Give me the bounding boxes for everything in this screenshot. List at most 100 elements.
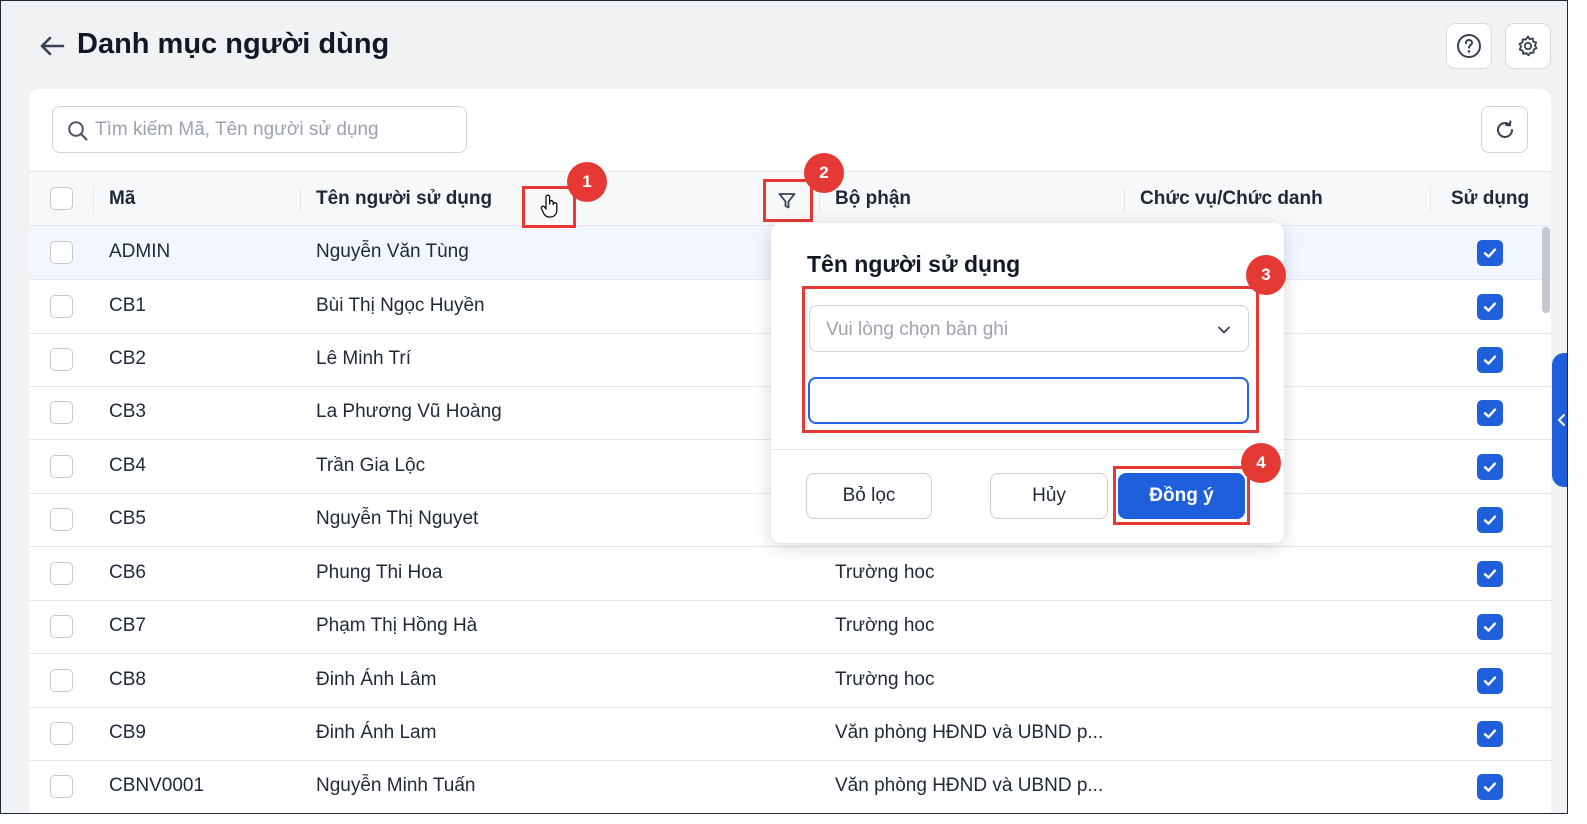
clear-filter-button[interactable]: Bỏ lọc (806, 473, 932, 519)
check-icon (1483, 569, 1497, 579)
filter-popup: Tên người sử dụng Vui lòng chọn bản ghi … (771, 223, 1284, 543)
table-row[interactable]: CB7 Phạm Thị Hồng Hà Trường hoc (29, 600, 1551, 654)
check-icon (1483, 515, 1497, 525)
search-box (52, 106, 467, 153)
cell-department: Trường hoc (835, 615, 935, 636)
column-divider (300, 187, 301, 212)
active-checkbox[interactable] (1477, 240, 1503, 266)
refresh-icon (1496, 119, 1513, 138)
cell-name: La Phương Vũ Hoàng (316, 401, 502, 422)
row-checkbox[interactable] (50, 401, 73, 424)
cell-department: Trường hoc (835, 669, 935, 690)
page-header: Danh mục người dùng (1, 1, 1567, 89)
apply-button[interactable]: Đồng ý (1118, 473, 1245, 519)
cell-code: CBNV0001 (109, 775, 205, 796)
table-row[interactable]: CB6 Phung Thi Hoa Trường hoc (29, 547, 1551, 601)
cell-code: CB6 (109, 562, 146, 583)
cancel-button[interactable]: Hủy (990, 473, 1108, 519)
cell-code: CB9 (109, 722, 146, 743)
column-header-position[interactable]: Chức vụ/Chức danh (1140, 188, 1323, 210)
cell-code: CB1 (109, 295, 146, 316)
cell-code: CB4 (109, 455, 146, 476)
back-arrow-icon[interactable] (37, 31, 67, 61)
page-title: Danh mục người dùng (77, 28, 390, 60)
active-checkbox[interactable] (1477, 774, 1503, 800)
check-icon (1483, 248, 1497, 258)
column-header-active[interactable]: Sử dụng (1451, 188, 1529, 210)
table-row[interactable]: CB9 Đinh Ánh Lam Văn phòng HĐND và UBND … (29, 707, 1551, 761)
check-icon (1483, 622, 1497, 632)
check-icon (1483, 302, 1497, 312)
row-checkbox[interactable] (50, 508, 73, 531)
search-input[interactable] (95, 117, 455, 143)
check-icon (1483, 408, 1497, 418)
column-header-name[interactable]: Tên người sử dụng (316, 188, 492, 210)
table-row[interactable]: CB8 Đinh Ánh Lâm Trường hoc (29, 654, 1551, 708)
row-checkbox[interactable] (50, 455, 73, 478)
scrollbar-thumb[interactable] (1542, 227, 1550, 313)
row-checkbox[interactable] (50, 775, 73, 798)
cell-code: CB3 (109, 401, 146, 422)
cell-name: Lê Minh Trí (316, 348, 412, 369)
cell-name: Trần Gia Lộc (316, 455, 426, 476)
help-button[interactable] (1446, 23, 1492, 69)
row-checkbox[interactable] (50, 241, 73, 264)
active-checkbox[interactable] (1477, 294, 1503, 320)
check-icon (1483, 782, 1497, 792)
active-checkbox[interactable] (1477, 347, 1503, 373)
side-panel-toggle[interactable] (1552, 353, 1567, 487)
active-checkbox[interactable] (1477, 561, 1503, 587)
condition-select[interactable]: Vui lòng chọn bản ghi (809, 305, 1249, 352)
column-header-code[interactable]: Mã (109, 188, 135, 210)
active-checkbox[interactable] (1477, 507, 1503, 533)
check-icon (1483, 676, 1497, 686)
step-badge-2: 2 (804, 153, 844, 193)
column-filter-button[interactable] (767, 184, 807, 218)
gear-icon (1518, 35, 1538, 57)
cell-name: Bùi Thị Ngọc Huyền (316, 295, 485, 316)
cell-department: Văn phòng HĐND và UBND p... (835, 775, 1104, 796)
search-icon (68, 121, 88, 141)
active-checkbox[interactable] (1477, 614, 1503, 640)
column-header-department[interactable]: Bộ phận (835, 188, 911, 210)
cell-name: Đinh Ánh Lam (316, 722, 437, 743)
chevron-down-icon (1218, 326, 1230, 334)
row-checkbox[interactable] (50, 562, 73, 585)
row-checkbox[interactable] (50, 295, 73, 318)
chevron-left-icon (1558, 414, 1565, 426)
row-checkbox[interactable] (50, 722, 73, 745)
refresh-button[interactable] (1481, 106, 1528, 153)
settings-button[interactable] (1505, 23, 1551, 69)
filter-icon (778, 193, 796, 209)
cell-department: Trường hoc (835, 562, 935, 583)
step-badge-3: 3 (1246, 255, 1286, 295)
table-row[interactable]: CBNV0001 Nguyễn Minh Tuấn Văn phòng HĐND… (29, 760, 1551, 813)
filter-value-input[interactable] (808, 377, 1249, 424)
check-icon (1483, 729, 1497, 739)
help-icon (1457, 34, 1481, 58)
cell-name: Nguyễn Thị Nguyet (316, 508, 479, 529)
active-checkbox[interactable] (1477, 400, 1503, 426)
popup-title: Tên người sử dụng (807, 251, 1021, 277)
condition-select-placeholder: Vui lòng chọn bản ghi (826, 319, 1009, 340)
hand-cursor-icon (540, 194, 558, 218)
select-all-checkbox[interactable] (50, 187, 73, 210)
column-divider (1124, 187, 1125, 212)
active-checkbox[interactable] (1477, 721, 1503, 747)
check-icon (1483, 355, 1497, 365)
cell-name: Đinh Ánh Lâm (316, 669, 437, 690)
cell-code: ADMIN (109, 241, 171, 262)
cell-name: Phạm Thị Hồng Hà (316, 615, 478, 636)
popup-divider (771, 449, 1284, 450)
row-checkbox[interactable] (50, 615, 73, 638)
cell-name: Nguyễn Văn Tùng (316, 241, 469, 262)
cell-code: CB8 (109, 669, 146, 690)
check-icon (1483, 462, 1497, 472)
app-frame: Danh mục người dùng Mã Tên người sử dụng… (0, 0, 1568, 814)
row-checkbox[interactable] (50, 669, 73, 692)
cell-code: CB2 (109, 348, 146, 369)
active-checkbox[interactable] (1477, 454, 1503, 480)
active-checkbox[interactable] (1477, 668, 1503, 694)
column-divider (93, 187, 94, 212)
row-checkbox[interactable] (50, 348, 73, 371)
